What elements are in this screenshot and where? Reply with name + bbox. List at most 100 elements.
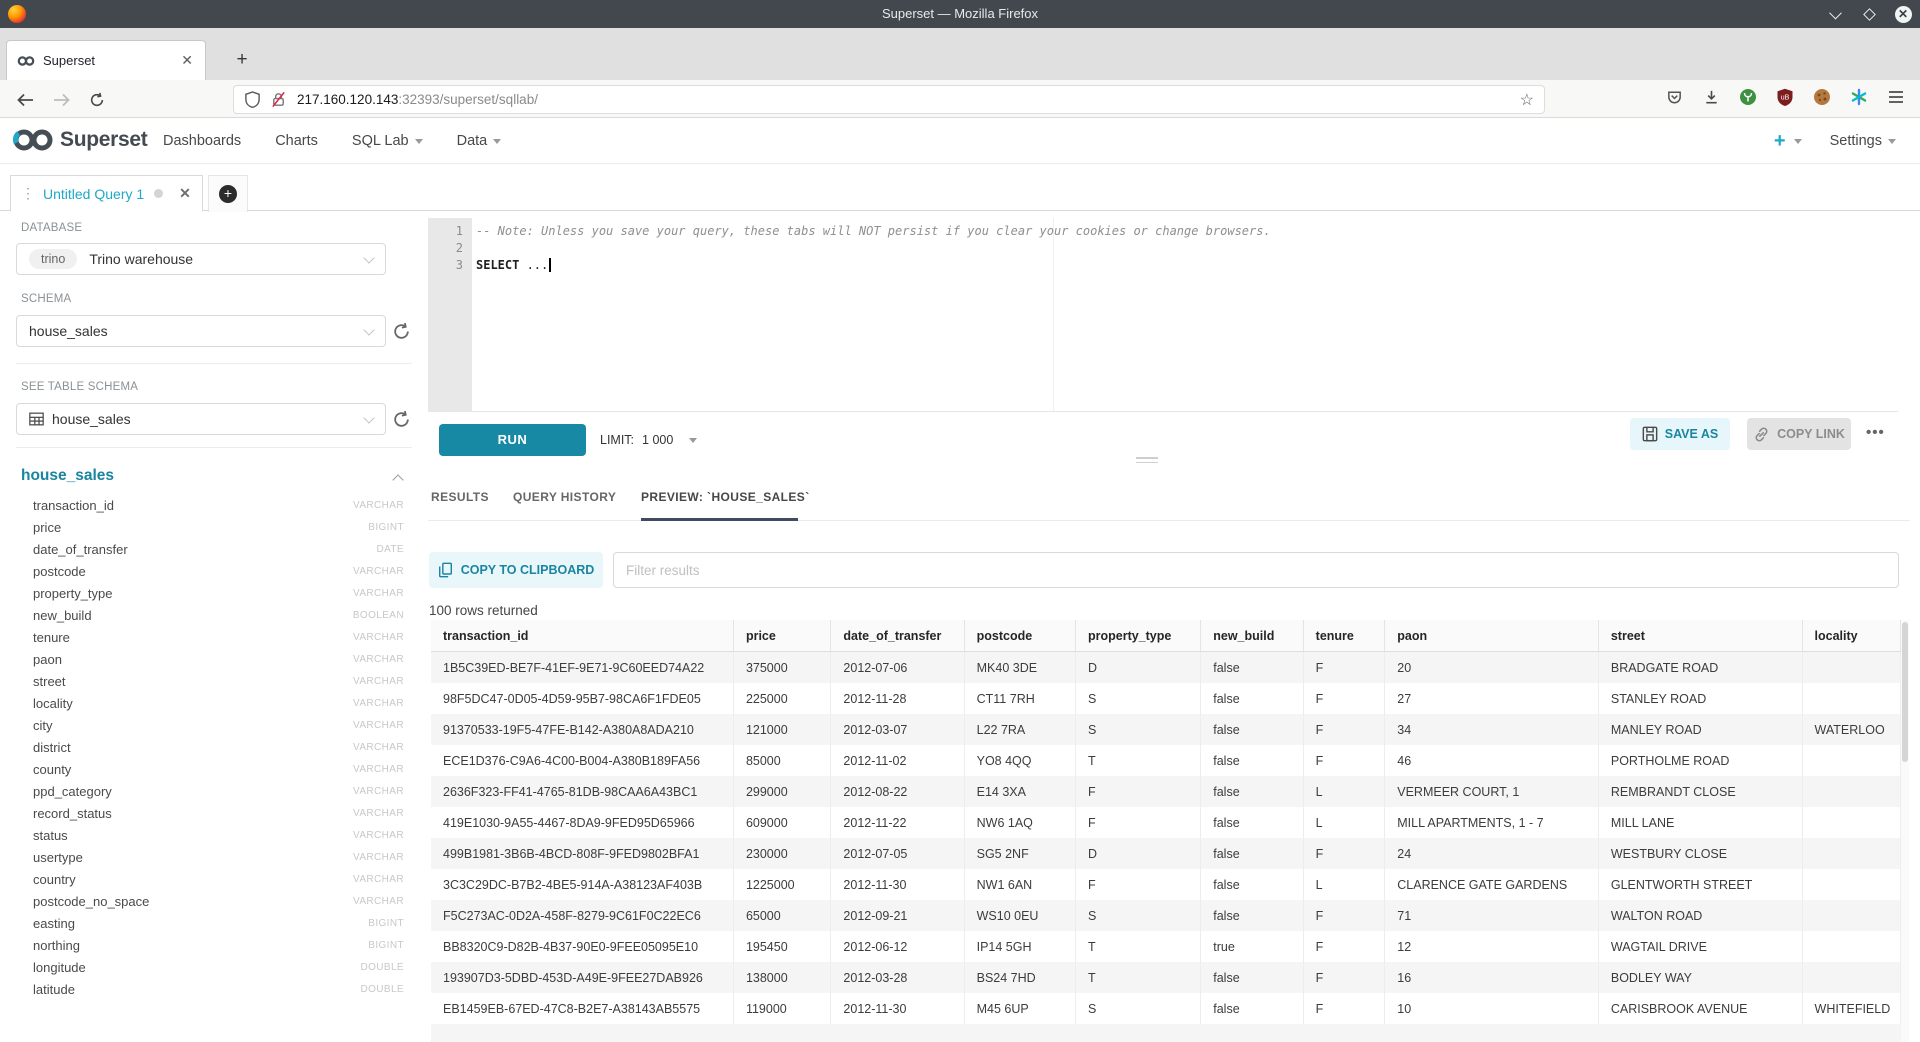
url-bar[interactable]: 217.160.120.143:32393/superset/sqllab/ ☆ — [233, 85, 1545, 114]
table-header-cell[interactable]: transaction_id — [431, 620, 734, 651]
database-select[interactable]: trino Trino warehouse — [16, 243, 386, 275]
table-cell: GLENTWORTH STREET — [1599, 869, 1803, 900]
schema-select[interactable]: house_sales — [16, 315, 386, 347]
minimize-button[interactable] — [1826, 5, 1844, 23]
copy-to-clipboard-button[interactable]: COPY TO CLIPBOARD — [429, 552, 603, 588]
column-name: city — [33, 718, 353, 733]
table-cell: F — [1304, 745, 1386, 776]
superset-brand[interactable]: Superset — [12, 126, 147, 154]
reload-button[interactable] — [84, 87, 110, 113]
nav-item-data[interactable]: Data — [457, 133, 502, 149]
extension-green-button[interactable] — [1738, 87, 1758, 107]
table-cell: F — [1076, 807, 1201, 838]
nav-item-dashboards[interactable]: Dashboards — [163, 133, 241, 149]
column-name: latitude — [33, 982, 360, 997]
browser-tab-superset[interactable]: Superset ✕ — [6, 40, 206, 80]
run-button[interactable]: RUN — [439, 424, 586, 456]
table-cell: F — [1304, 652, 1386, 683]
schema-column-row: new_buildBOOLEAN — [0, 604, 428, 626]
table-header-cell[interactable]: property_type — [1076, 620, 1201, 651]
table-cell: MK40 3DE — [965, 652, 1076, 683]
back-button[interactable] — [12, 87, 38, 113]
collapse-table-icon[interactable] — [392, 474, 403, 485]
forward-button[interactable] — [48, 87, 74, 113]
table-header-cell[interactable]: new_build — [1201, 620, 1303, 651]
table-schema-select[interactable]: house_sales — [16, 403, 386, 435]
limit-dropdown[interactable]: LIMIT: 1 000 — [600, 424, 697, 456]
table-cell: false — [1201, 900, 1303, 931]
table-cell: F — [1076, 869, 1201, 900]
schema-column-row: ppd_categoryVARCHAR — [0, 780, 428, 802]
table-row: 91370533-19F5-47FE-B142-A380A8ADA2101210… — [431, 714, 1901, 745]
downloads-button[interactable] — [1701, 87, 1721, 107]
column-type: VARCHAR — [353, 786, 404, 797]
tab-query-history[interactable]: QUERY HISTORY — [513, 490, 616, 504]
table-row: ECE1D376-C9A6-4C00-B004-A380B189FA568500… — [431, 745, 1901, 776]
pocket-button[interactable] — [1664, 87, 1684, 107]
table-cell: 195450 — [734, 931, 831, 962]
table-scrollbar[interactable] — [1901, 620, 1909, 1042]
url-text: 217.160.120.143:32393/superset/sqllab/ — [297, 92, 1520, 107]
filter-results-input[interactable] — [613, 552, 1899, 588]
refresh-schema-button[interactable] — [392, 322, 412, 342]
cookie-extension-button[interactable] — [1812, 87, 1832, 107]
nav-right: + Settings — [1774, 118, 1896, 164]
table-cell: 119000 — [734, 993, 831, 1024]
table-cell: MILL LANE — [1599, 807, 1803, 838]
settings-menu[interactable]: Settings — [1830, 133, 1896, 149]
table-cell: MILL APARTMENTS, 1 - 7 — [1385, 807, 1599, 838]
drag-handle-icon[interactable]: ⋮ — [21, 185, 35, 202]
menu-button[interactable] — [1886, 87, 1906, 107]
asterisk-extension-button[interactable] — [1849, 87, 1869, 107]
table-header-cell[interactable]: postcode — [965, 620, 1076, 651]
tab-close-icon[interactable]: ✕ — [179, 52, 195, 69]
tab-results[interactable]: RESULTS — [431, 490, 489, 504]
table-schema-label: SEE TABLE SCHEMA — [21, 381, 138, 393]
column-name: usertype — [33, 850, 353, 865]
table-cell: false — [1201, 962, 1303, 993]
more-options-button[interactable]: ••• — [1866, 424, 1885, 441]
pane-resize-handle[interactable] — [1136, 457, 1158, 466]
nav-item-sql-lab[interactable]: SQL Lab — [352, 133, 423, 149]
add-query-tab-button[interactable]: + — [208, 175, 248, 212]
ublock-button[interactable]: uB — [1775, 87, 1795, 107]
table-cell: D — [1076, 838, 1201, 869]
table-cell: false — [1201, 993, 1303, 1024]
schema-column-row: usertypeVARCHAR — [0, 846, 428, 868]
table-name-heading[interactable]: house_sales — [21, 467, 114, 485]
query-tab-close-icon[interactable]: ✕ — [179, 185, 191, 202]
column-type: VARCHAR — [353, 742, 404, 753]
nav-item-charts[interactable]: Charts — [275, 133, 318, 149]
bookmark-star-icon[interactable]: ☆ — [1520, 90, 1534, 110]
table-cell: 225000 — [734, 683, 831, 714]
new-tab-button[interactable]: + — [228, 46, 256, 74]
superset-logo-icon — [12, 126, 54, 154]
refresh-table-button[interactable] — [392, 410, 412, 430]
query-tab-active[interactable]: ⋮ Untitled Query 1 ✕ — [10, 175, 203, 212]
tab-preview-house-sales[interactable]: PREVIEW: `HOUSE_SALES` — [641, 490, 810, 504]
scrollbar-thumb[interactable] — [1902, 622, 1908, 762]
url-host: 217.160.120.143 — [297, 92, 398, 107]
table-cell: T — [1076, 931, 1201, 962]
new-item-button[interactable]: + — [1774, 130, 1786, 153]
close-button[interactable]: ✕ — [1894, 5, 1912, 23]
copy-link-button[interactable]: COPY LINK — [1747, 418, 1851, 450]
table-header-cell[interactable]: street — [1599, 620, 1803, 651]
table-header-cell[interactable]: date_of_transfer — [831, 620, 964, 651]
hamburger-icon — [1888, 90, 1904, 104]
column-name: date_of_transfer — [33, 542, 376, 557]
table-header-cell[interactable]: locality — [1803, 620, 1901, 651]
table-header-cell[interactable]: paon — [1385, 620, 1599, 651]
editor-code-line: SELECT ... — [476, 258, 551, 272]
shield-icon — [244, 91, 261, 108]
table-cell: 2012-03-07 — [831, 714, 964, 745]
table-cell: F — [1304, 993, 1386, 1024]
schema-column-row: tenureVARCHAR — [0, 626, 428, 648]
maximize-button[interactable] — [1860, 5, 1878, 23]
table-cell — [1803, 869, 1901, 900]
save-as-button[interactable]: SAVE AS — [1630, 418, 1730, 450]
browser-toolbar: 217.160.120.143:32393/superset/sqllab/ ☆… — [0, 80, 1920, 118]
table-header-cell[interactable]: price — [734, 620, 831, 651]
table-header-cell[interactable]: tenure — [1304, 620, 1386, 651]
sql-editor[interactable]: 1 2 3 -- Note: Unless you save your quer… — [428, 218, 1898, 411]
